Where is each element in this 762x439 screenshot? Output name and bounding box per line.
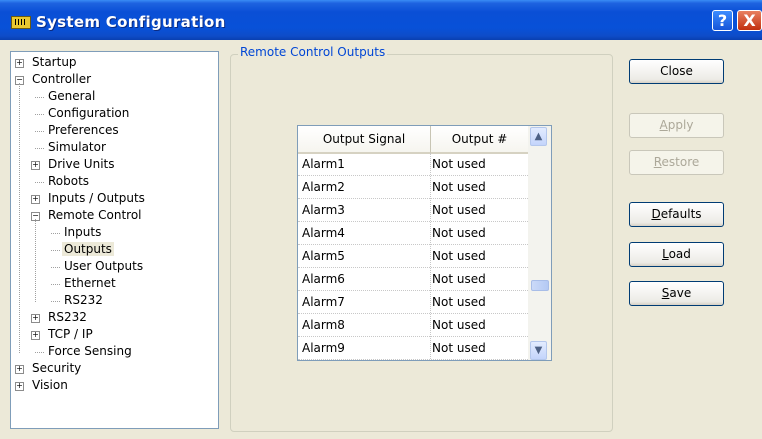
expand-icon[interactable]: + (31, 331, 40, 340)
column-header-output-number[interactable]: Output # (431, 126, 528, 154)
tree-item-controller[interactable]: Controller (30, 71, 93, 88)
defaults-button[interactable]: Defaults (629, 202, 724, 227)
table-row[interactable]: Alarm5 Not used (298, 245, 528, 268)
tree-item-simulator[interactable]: Simulator (46, 139, 108, 156)
tree-connector (35, 97, 44, 98)
output-number-cell[interactable]: Not used (432, 291, 527, 313)
output-signal-cell[interactable]: Alarm9 (302, 337, 430, 359)
table-row[interactable]: Alarm4 Not used (298, 222, 528, 245)
tree-item-robots[interactable]: Robots (46, 173, 91, 190)
output-signal-cell[interactable]: Alarm1 (302, 153, 430, 175)
save-button[interactable]: Save (629, 281, 724, 306)
table-row[interactable]: Alarm2 Not used (298, 176, 528, 199)
tree-item-inputs[interactable]: Inputs (62, 224, 103, 241)
tree-item-configuration[interactable]: Configuration (46, 105, 131, 122)
window-title: System Configuration (36, 13, 226, 31)
scroll-up-icon[interactable]: ▲ (530, 127, 547, 146)
expand-icon[interactable]: + (15, 59, 24, 68)
expand-icon[interactable]: + (31, 161, 40, 170)
output-signal-cell[interactable]: Alarm5 (302, 245, 430, 267)
help-icon: ? (717, 11, 728, 30)
tree-connector (51, 267, 60, 268)
tree-item-rs232[interactable]: RS232 (62, 292, 105, 309)
output-number-cell[interactable]: Not used (432, 153, 527, 175)
help-button[interactable]: ? (712, 10, 733, 31)
tree-item-tcp-ip[interactable]: TCP / IP (46, 326, 95, 343)
expand-icon[interactable]: + (31, 195, 40, 204)
window-close-button[interactable]: X (737, 10, 762, 31)
tree-connector (35, 114, 44, 115)
title-bar: System Configuration ? X (0, 0, 762, 40)
load-button[interactable]: Load (629, 242, 724, 267)
tree-connector (51, 301, 60, 302)
outputs-table[interactable]: Output Signal Output # Alarm1 Not used Ala… (297, 125, 552, 361)
tree-item-startup[interactable]: Startup (30, 54, 79, 71)
table-row[interactable]: Alarm8 Not used (298, 314, 528, 337)
close-icon: X (743, 11, 756, 30)
table-header: Output Signal Output # (298, 126, 528, 154)
output-number-cell[interactable]: Not used (432, 199, 527, 221)
column-divider (430, 153, 431, 360)
tree-item-general[interactable]: General (46, 88, 97, 105)
restore-button[interactable]: Restore (629, 150, 724, 175)
table-row[interactable]: Alarm6 Not used (298, 268, 528, 291)
tree-connector (51, 284, 60, 285)
output-number-cell[interactable]: Not used (432, 337, 527, 359)
table-row[interactable]: Alarm1 Not used (298, 153, 528, 176)
app-icon (11, 16, 31, 29)
tree-connector (19, 83, 20, 353)
output-signal-cell[interactable]: Alarm6 (302, 268, 430, 290)
tree-connector (35, 148, 44, 149)
output-number-cell[interactable]: Not used (432, 314, 527, 336)
tree-connector (35, 352, 44, 353)
column-header-output-signal[interactable]: Output Signal (298, 126, 431, 154)
vertical-scrollbar[interactable]: ▲ ▼ (528, 126, 551, 360)
table-row[interactable]: Alarm7 Not used (298, 291, 528, 314)
tree-connector (51, 233, 60, 234)
scroll-thumb[interactable] (531, 280, 549, 291)
tree-connector (35, 219, 36, 302)
output-signal-cell[interactable]: Alarm7 (302, 291, 430, 313)
table-row[interactable]: Alarm9 Not used (298, 337, 528, 360)
tree-item-preferences[interactable]: Preferences (46, 122, 121, 139)
output-number-cell[interactable]: Not used (432, 222, 527, 244)
tree-item-user-outputs[interactable]: User Outputs (62, 258, 145, 275)
expand-icon[interactable]: + (15, 382, 24, 391)
output-signal-cell[interactable]: Alarm2 (302, 176, 430, 198)
tree-item-outputs[interactable]: Outputs (62, 241, 114, 258)
tree-item-remote-control[interactable]: Remote Control (46, 207, 144, 224)
output-signal-cell[interactable]: Alarm8 (302, 314, 430, 336)
apply-button[interactable]: Apply (629, 113, 724, 138)
tree-item-rs232[interactable]: RS232 (46, 309, 89, 326)
output-signal-cell[interactable]: Alarm4 (302, 222, 430, 244)
table-row[interactable]: Alarm3 Not used (298, 199, 528, 222)
tree-connector (51, 250, 60, 251)
tree-connector (35, 131, 44, 132)
scroll-down-icon[interactable]: ▼ (530, 341, 547, 360)
group-title: Remote Control Outputs (238, 45, 388, 59)
tree-connector (35, 182, 44, 183)
output-number-cell[interactable]: Not used (432, 176, 527, 198)
output-signal-cell[interactable]: Alarm3 (302, 199, 430, 221)
tree-item-drive-units[interactable]: Drive Units (46, 156, 117, 173)
tree-item-vision[interactable]: Vision (30, 377, 70, 394)
tree-item-ethernet[interactable]: Ethernet (62, 275, 118, 292)
output-number-cell[interactable]: Not used (432, 268, 527, 290)
tree-item-inputs-outputs[interactable]: Inputs / Outputs (46, 190, 147, 207)
output-number-cell[interactable]: Not used (432, 245, 527, 267)
expand-icon[interactable]: + (15, 365, 24, 374)
tree-item-force-sensing[interactable]: Force Sensing (46, 343, 134, 360)
config-tree[interactable]: Startup + Controller − General Configuration P… (10, 51, 219, 429)
close-button[interactable]: Close (629, 59, 724, 84)
expand-icon[interactable]: + (31, 314, 40, 323)
tree-item-security[interactable]: Security (30, 360, 83, 377)
